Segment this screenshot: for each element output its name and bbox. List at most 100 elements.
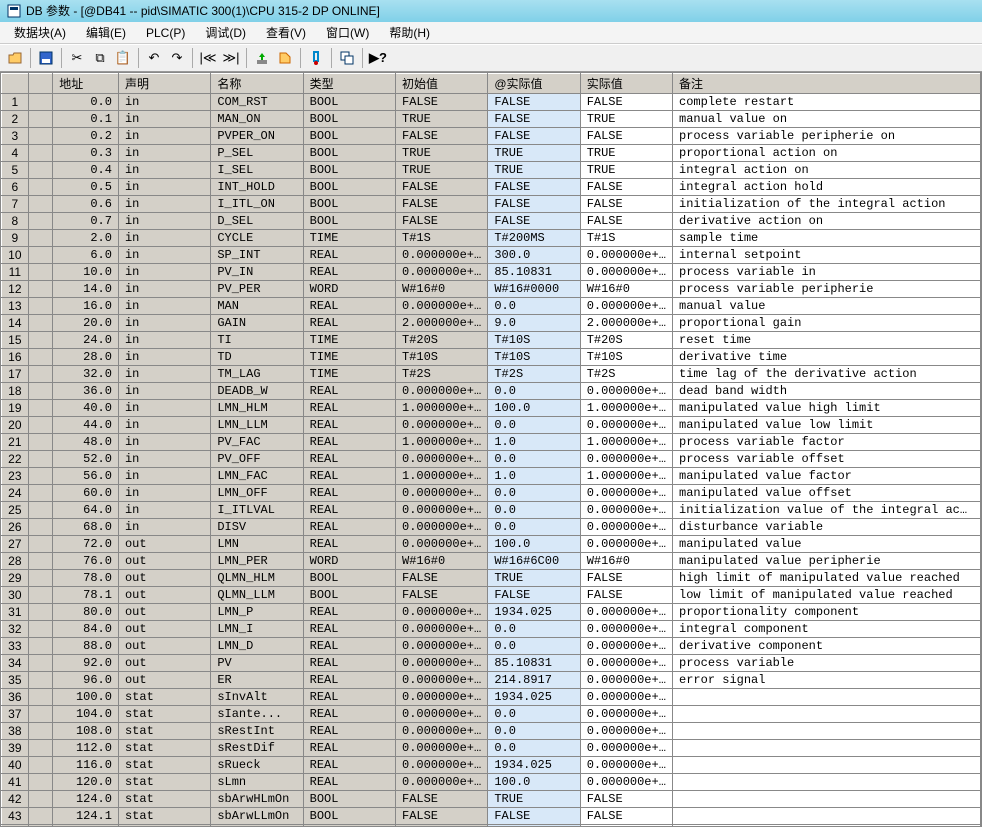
cell-actual-value-online[interactable]: 0.0 — [488, 740, 580, 757]
cell-actual-value-online[interactable]: 0.0 — [488, 621, 580, 638]
copy-icon[interactable]: ⧉ — [89, 47, 111, 69]
table-row[interactable]: 40116.0statsRueckREAL0.000000e+0001934.0… — [2, 757, 981, 774]
table-row[interactable]: 42124.0statsbArwHLmOnBOOLFALSETRUEFALSE — [2, 791, 981, 808]
cell-actual-value-online[interactable]: TRUE — [488, 162, 580, 179]
cell-actual-value[interactable]: 0.000000e+000 — [580, 451, 672, 468]
cell-comment[interactable] — [673, 689, 981, 706]
table-row[interactable]: 39112.0statsRestDifREAL0.000000e+0000.00… — [2, 740, 981, 757]
row-number[interactable]: 33 — [2, 638, 29, 655]
cell-actual-value[interactable]: FALSE — [580, 196, 672, 213]
save-icon[interactable] — [35, 47, 57, 69]
cell-actual-value[interactable]: 0.000000e+000 — [580, 740, 672, 757]
cell-actual-value-online[interactable]: 214.8917 — [488, 672, 580, 689]
cell-actual-value-online[interactable]: 1.0 — [488, 468, 580, 485]
col-header-declaration[interactable]: 声明 — [118, 74, 210, 94]
cell-actual-value-online[interactable]: 0.0 — [488, 706, 580, 723]
cell-actual-value-online[interactable]: W#16#6C00 — [488, 553, 580, 570]
cell-actual-value-online[interactable]: 0.0 — [488, 417, 580, 434]
redo-icon[interactable]: ↷ — [166, 47, 188, 69]
row-number[interactable]: 8 — [2, 213, 29, 230]
cell-comment[interactable]: manual value on — [673, 111, 981, 128]
cell-actual-value[interactable]: FALSE — [580, 179, 672, 196]
row-number[interactable]: 23 — [2, 468, 29, 485]
corner-cell[interactable] — [2, 74, 29, 94]
cell-actual-value[interactable]: 0.000000e+000 — [580, 672, 672, 689]
cell-comment[interactable] — [673, 791, 981, 808]
cell-comment[interactable]: disturbance variable — [673, 519, 981, 536]
cell-comment[interactable]: process variable in — [673, 264, 981, 281]
table-row[interactable]: 3284.0outLMN_IREAL0.000000e+0000.00.0000… — [2, 621, 981, 638]
cell-actual-value[interactable]: 0.000000e+000 — [580, 264, 672, 281]
cell-actual-value[interactable]: T#20S — [580, 332, 672, 349]
cell-comment[interactable]: manipulated value — [673, 536, 981, 553]
cell-actual-value-online[interactable]: FALSE — [488, 94, 580, 111]
cell-comment[interactable]: derivative action on — [673, 213, 981, 230]
cell-comment[interactable]: low limit of manipulated value reached — [673, 587, 981, 604]
cell-actual-value[interactable]: 2.000000e+000 — [580, 315, 672, 332]
table-row[interactable]: 41120.0statsLmnREAL0.000000e+000100.00.0… — [2, 774, 981, 791]
table-row[interactable]: 1836.0inDEADB_WREAL0.000000e+0000.00.000… — [2, 383, 981, 400]
table-row[interactable]: 3596.0outERREAL0.000000e+000214.89170.00… — [2, 672, 981, 689]
cell-comment[interactable]: integral action hold — [673, 179, 981, 196]
download-icon[interactable] — [251, 47, 273, 69]
row-number[interactable]: 18 — [2, 383, 29, 400]
cell-actual-value[interactable]: 0.000000e+000 — [580, 519, 672, 536]
table-row[interactable]: 80.7inD_SELBOOLFALSEFALSEFALSEderivative… — [2, 213, 981, 230]
cell-comment[interactable] — [673, 740, 981, 757]
cell-comment[interactable]: proportional action on — [673, 145, 981, 162]
cell-comment[interactable]: process variable peripherie — [673, 281, 981, 298]
cell-comment[interactable]: sample time — [673, 230, 981, 247]
cell-actual-value-online[interactable]: 0.0 — [488, 451, 580, 468]
table-row[interactable]: 1214.0inPV_PERWORDW#16#0W#16#0000W#16#0p… — [2, 281, 981, 298]
cell-actual-value-online[interactable]: 0.0 — [488, 519, 580, 536]
cell-comment[interactable]: manipulated value factor — [673, 468, 981, 485]
row-number[interactable]: 42 — [2, 791, 29, 808]
cell-comment[interactable] — [673, 808, 981, 825]
row-number[interactable]: 6 — [2, 179, 29, 196]
menu-help[interactable]: 帮助(H) — [381, 22, 438, 43]
cell-comment[interactable]: process variable offset — [673, 451, 981, 468]
cell-actual-value[interactable]: FALSE — [580, 128, 672, 145]
table-row[interactable]: 36100.0statsInvAltREAL0.000000e+0001934.… — [2, 689, 981, 706]
col-header-initial-value[interactable]: 初始值 — [396, 74, 488, 94]
help-icon[interactable]: ▶? — [367, 47, 389, 69]
table-row[interactable]: 1110.0inPV_INREAL0.000000e+00085.108310.… — [2, 264, 981, 281]
table-row[interactable]: 92.0inCYCLETIMET#1ST#200MST#1Ssample tim… — [2, 230, 981, 247]
cell-comment[interactable]: error signal — [673, 672, 981, 689]
undo-icon[interactable]: ↶ — [143, 47, 165, 69]
row-number[interactable]: 40 — [2, 757, 29, 774]
cell-actual-value[interactable]: 0.000000e+000 — [580, 298, 672, 315]
table-row[interactable]: 106.0inSP_INTREAL0.000000e+000300.00.000… — [2, 247, 981, 264]
table-row[interactable]: 2876.0outLMN_PERWORDW#16#0W#16#6C00W#16#… — [2, 553, 981, 570]
cell-actual-value[interactable]: 1.000000e+002 — [580, 400, 672, 417]
table-row[interactable]: 10.0inCOM_RSTBOOLFALSEFALSEFALSEcomplete… — [2, 94, 981, 111]
cell-actual-value-online[interactable]: 100.0 — [488, 536, 580, 553]
cascade-icon[interactable] — [336, 47, 358, 69]
cell-actual-value-online[interactable]: FALSE — [488, 128, 580, 145]
table-row[interactable]: 2772.0outLMNREAL0.000000e+000100.00.0000… — [2, 536, 981, 553]
cell-actual-value[interactable]: 1.000000e+000 — [580, 468, 672, 485]
cell-comment[interactable]: process variable — [673, 655, 981, 672]
cell-actual-value[interactable]: TRUE — [580, 111, 672, 128]
row-number[interactable]: 29 — [2, 570, 29, 587]
row-number[interactable]: 24 — [2, 485, 29, 502]
cell-actual-value-online[interactable]: 0.0 — [488, 502, 580, 519]
col-header-type[interactable]: 类型 — [303, 74, 395, 94]
table-row[interactable]: 2668.0inDISVREAL0.000000e+0000.00.000000… — [2, 519, 981, 536]
cell-actual-value-online[interactable]: W#16#0000 — [488, 281, 580, 298]
table-row[interactable]: 1316.0inMANREAL0.000000e+0000.00.000000e… — [2, 298, 981, 315]
cell-comment[interactable]: manipulated value peripherie — [673, 553, 981, 570]
table-row[interactable]: 1420.0inGAINREAL2.000000e+0009.02.000000… — [2, 315, 981, 332]
table-row[interactable]: 60.5inINT_HOLDBOOLFALSEFALSEFALSEintegra… — [2, 179, 981, 196]
cell-actual-value-online[interactable]: 9.0 — [488, 315, 580, 332]
table-row[interactable]: 2978.0outQLMN_HLMBOOLFALSETRUEFALSEhigh … — [2, 570, 981, 587]
table-row[interactable]: 2356.0inLMN_FACREAL1.000000e+0001.01.000… — [2, 468, 981, 485]
row-number[interactable]: 9 — [2, 230, 29, 247]
cell-actual-value[interactable]: TRUE — [580, 145, 672, 162]
cell-actual-value[interactable]: W#16#0 — [580, 553, 672, 570]
cell-actual-value[interactable]: 0.000000e+000 — [580, 757, 672, 774]
row-number[interactable]: 3 — [2, 128, 29, 145]
cell-actual-value[interactable]: TRUE — [580, 162, 672, 179]
table-row[interactable]: 1628.0inTDTIMET#10ST#10ST#10Sderivative … — [2, 349, 981, 366]
cell-actual-value[interactable]: 1.000000e+000 — [580, 434, 672, 451]
